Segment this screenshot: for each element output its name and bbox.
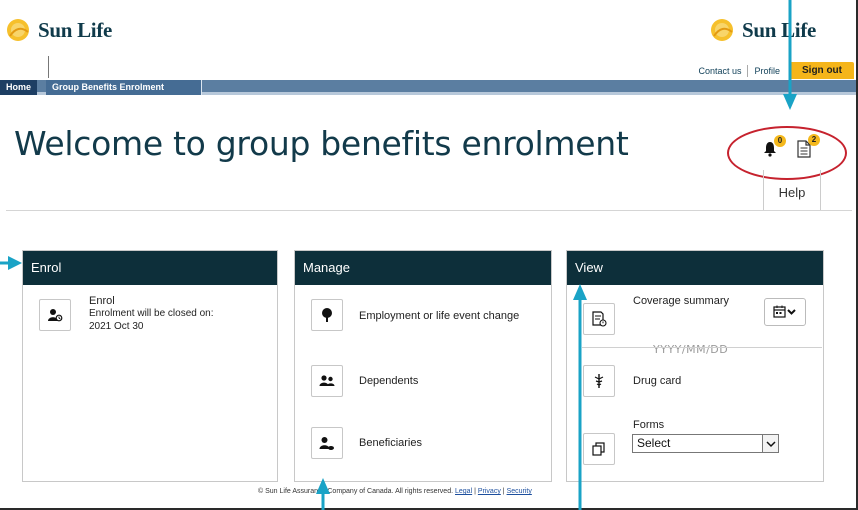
manage-card: Manage Employment or life event change D… — [294, 250, 552, 482]
chevron-down-icon — [762, 435, 778, 452]
enrol-item-title[interactable]: Enrol — [89, 295, 115, 307]
privacy-link[interactable]: Privacy — [478, 488, 501, 495]
enrol-card: Enrol Enrol Enrolment will be closed on:… — [22, 250, 278, 482]
header-rule — [6, 210, 852, 211]
page-title: Welcome to group benefits enrolment — [14, 124, 629, 163]
annotation-arrow-up-right — [573, 284, 587, 510]
footer-sep: | — [502, 488, 505, 495]
tab-group-benefits-enrolment[interactable]: Group Benefits Enrolment — [46, 80, 202, 95]
sun-life-logo-right[interactable]: Sun Life — [708, 16, 816, 44]
dependents-button[interactable] — [311, 365, 343, 397]
footer: © Sun Life Assurance Company of Canada. … — [258, 488, 532, 495]
forms-select[interactable]: Select — [632, 434, 779, 453]
enrol-closing-text: Enrolment will be closed on: — [89, 308, 214, 319]
beneficiaries-link[interactable]: Beneficiaries — [359, 437, 422, 449]
enrol-card-header: Enrol — [23, 251, 277, 285]
calendar-icon — [773, 305, 796, 318]
drug-card-link[interactable]: Drug card — [633, 375, 681, 387]
profile-link[interactable]: Profile — [748, 66, 786, 76]
annotation-arrow-down — [783, 0, 797, 110]
copyright-text: © Sun Life Assurance Company of Canada. … — [258, 488, 454, 495]
brand-name: Sun Life — [742, 17, 817, 42]
security-link[interactable]: Security — [507, 488, 532, 495]
sun-logo-icon — [7, 19, 29, 41]
annotation-arrow-right — [0, 256, 22, 270]
view-card-header: View — [567, 251, 823, 285]
coverage-summary-button[interactable] — [583, 303, 615, 335]
caduceus-icon — [594, 374, 604, 388]
coverage-date-input[interactable]: YYYY/MM/DD — [653, 343, 728, 356]
life-event-button[interactable] — [311, 299, 343, 331]
contact-us-link[interactable]: Contact us — [692, 66, 747, 76]
view-divider — [582, 347, 822, 348]
life-event-link[interactable]: Employment or life event change — [359, 310, 519, 322]
brand-name: Sun Life — [38, 17, 113, 42]
coverage-summary-title: Coverage summary — [633, 295, 729, 307]
tree-icon — [322, 308, 332, 322]
enrol-button[interactable] — [39, 299, 71, 331]
calendar-dropdown-button[interactable] — [764, 298, 806, 326]
top-links: Contact us Profile Sign out — [692, 62, 854, 79]
sun-life-logo-left[interactable]: Sun Life — [4, 16, 112, 44]
beneficiaries-button[interactable] — [311, 427, 343, 459]
dependents-link[interactable]: Dependents — [359, 375, 418, 387]
annotation-arrow-up-left — [316, 478, 330, 510]
tab-home[interactable]: Home — [0, 80, 38, 95]
forms-button[interactable] — [583, 433, 615, 465]
enrol-user-icon — [48, 309, 63, 322]
help-button[interactable]: Help — [763, 170, 821, 210]
main-nav: Home Group Benefits Enrolment — [0, 80, 856, 95]
coverage-doc-icon — [592, 311, 607, 327]
manage-card-header: Manage — [295, 251, 551, 285]
legal-link[interactable]: Legal — [455, 488, 472, 495]
dependents-icon — [319, 375, 335, 386]
forms-copy-icon — [592, 442, 605, 456]
header-divider — [48, 56, 49, 78]
forms-title: Forms — [633, 419, 665, 431]
sun-logo-icon — [711, 19, 733, 41]
beneficiaries-icon — [319, 437, 334, 450]
forms-select-value: Select — [637, 436, 671, 450]
footer-sep: | — [474, 488, 476, 495]
enrol-closing-date: 2021 Oct 30 — [89, 321, 144, 332]
sign-out-button[interactable]: Sign out — [790, 62, 854, 79]
drug-card-button[interactable] — [583, 365, 615, 397]
